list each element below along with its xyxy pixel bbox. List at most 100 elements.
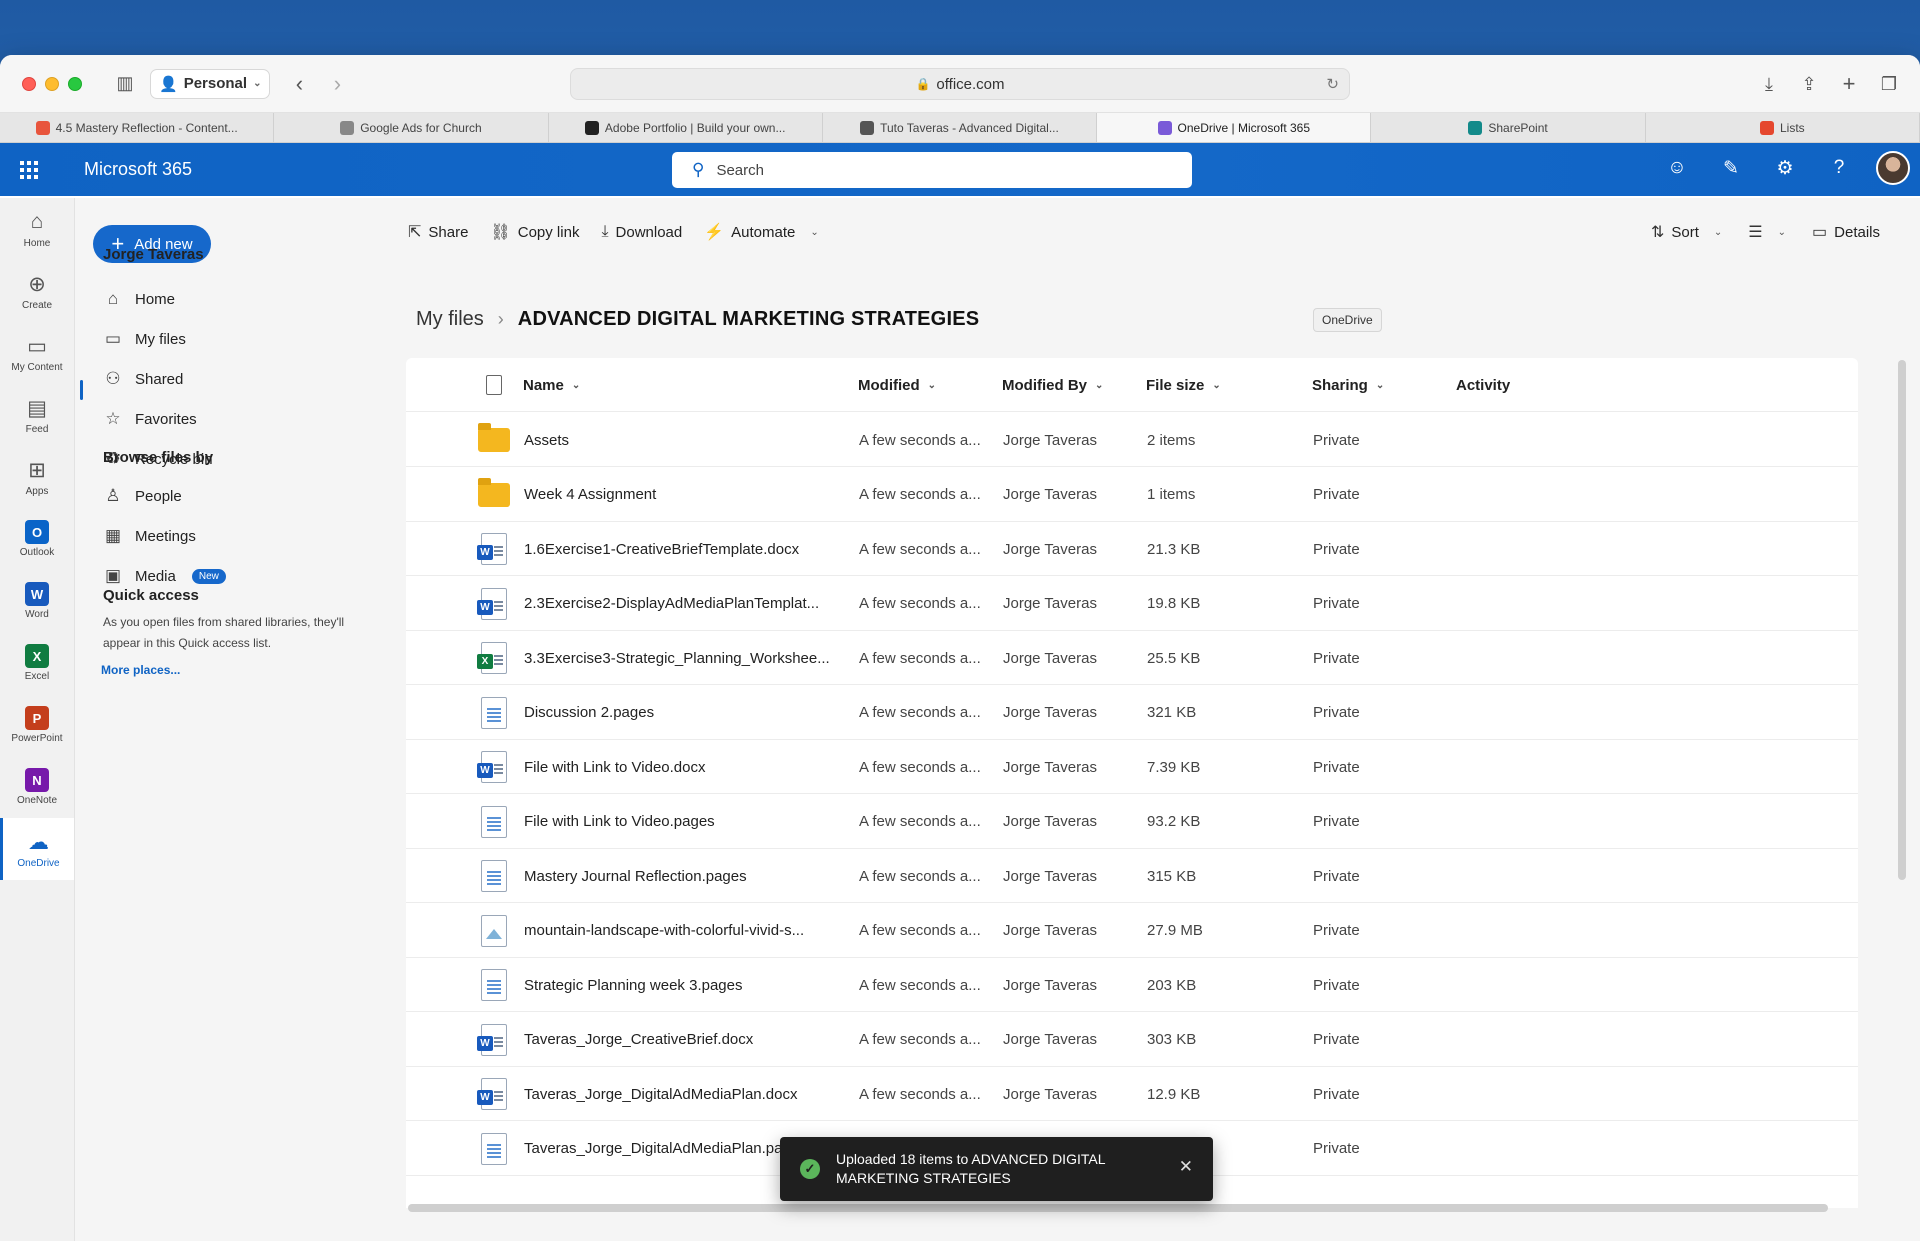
nav-item-meetings[interactable]: ▦ Meetings bbox=[103, 519, 196, 553]
download-button[interactable]: ⤓ Download bbox=[601, 222, 682, 242]
column-header-modified-by[interactable]: Modified By ⌄ bbox=[1002, 358, 1103, 412]
file-name[interactable]: File with Link to Video.docx bbox=[524, 740, 844, 794]
m365-title[interactable]: Microsoft 365 bbox=[84, 159, 192, 180]
share-sheet-icon[interactable]: ⇪ bbox=[1794, 69, 1824, 99]
close-icon[interactable]: ✕ bbox=[1179, 1157, 1193, 1177]
document-file-icon bbox=[481, 805, 507, 838]
profile-selector[interactable]: 👤 Personal ⌄ bbox=[150, 68, 271, 99]
help-icon[interactable]: ? bbox=[1822, 157, 1856, 179]
zoom-window-button[interactable] bbox=[68, 76, 82, 91]
column-header-file-size[interactable]: File size ⌄ bbox=[1146, 358, 1221, 412]
share-button[interactable]: ⇱ Share bbox=[408, 222, 468, 242]
file-row[interactable]: File with Link to Video.pages A few secon… bbox=[406, 795, 1858, 849]
left-navigation: + Add new Jorge Taveras ⌂ Home ▭ My files ⚇ S… bbox=[75, 198, 390, 1241]
browser-tab[interactable]: OneDrive | Microsoft 365 bbox=[1097, 113, 1372, 142]
rail-item-excel[interactable]: X Excel bbox=[0, 632, 74, 694]
file-name[interactable]: mountain-landscape-with-colorful-vivid-s… bbox=[524, 904, 844, 958]
file-type-column-header[interactable] bbox=[476, 358, 512, 412]
details-button[interactable]: ▭ Details bbox=[1812, 222, 1880, 242]
file-row[interactable]: mountain-landscape-with-colorful-vivid-s… bbox=[406, 904, 1858, 958]
gear-icon[interactable]: ⚙ bbox=[1768, 157, 1802, 180]
address-bar[interactable]: 🔒 office.com ↻ bbox=[570, 68, 1350, 100]
file-name[interactable]: 1.6Exercise1-CreativeBriefTemplate.docx bbox=[524, 522, 844, 576]
file-name[interactable]: Discussion 2.pages bbox=[524, 686, 844, 740]
nav-item-favorites[interactable]: ☆ Favorites bbox=[103, 402, 196, 436]
copy-link-button[interactable]: ⛓ Copy link bbox=[490, 222, 579, 242]
rail-item-feed[interactable]: ▤ Feed bbox=[0, 384, 74, 446]
sidebar-toggle-icon[interactable]: ▥ bbox=[110, 69, 140, 99]
rail-item-word[interactable]: W Word bbox=[0, 570, 74, 632]
file-row[interactable]: Mastery Journal Reflection.pages A few se… bbox=[406, 849, 1858, 903]
file-row[interactable]: W Taveras_Jorge_DigitalAdMediaPlan.docx A … bbox=[406, 1067, 1858, 1121]
column-header-name[interactable]: Name ⌄ bbox=[523, 358, 580, 412]
browser-tab[interactable]: Tuto Taveras - Advanced Digital... bbox=[823, 113, 1098, 142]
breadcrumb-my-files[interactable]: My files bbox=[416, 308, 484, 331]
nav-item-home[interactable]: ⌂ Home bbox=[103, 282, 175, 316]
rail-item-powerpoint[interactable]: P PowerPoint bbox=[0, 694, 74, 756]
reload-icon[interactable]: ↻ bbox=[1326, 75, 1339, 93]
file-row[interactable]: Week 4 Assignment A few seconds a... Jorge… bbox=[406, 468, 1858, 522]
file-row[interactable]: W 1.6Exercise1-CreativeBriefTemplate.docx… bbox=[406, 522, 1858, 576]
file-row[interactable]: Assets A few seconds a... Jorge Taveras 2 i… bbox=[406, 413, 1858, 467]
file-modified-by: Jorge Taveras bbox=[1003, 704, 1097, 721]
avatar[interactable] bbox=[1876, 151, 1910, 185]
browser-tab[interactable]: Adobe Portfolio | Build your own... bbox=[549, 113, 823, 142]
file-name[interactable]: Week 4 Assignment bbox=[524, 468, 844, 522]
browser-tab[interactable]: Google Ads for Church bbox=[274, 113, 549, 142]
sort-button[interactable]: ⇅ Sort ⌄ bbox=[1651, 222, 1722, 242]
rail-item-my-content[interactable]: ▭ My Content bbox=[0, 322, 74, 384]
rail-item-onedrive[interactable]: ☁ OneDrive bbox=[0, 818, 74, 880]
file-name[interactable]: Taveras_Jorge_CreativeBrief.docx bbox=[524, 1013, 844, 1067]
rail-item-label: OneDrive bbox=[17, 858, 60, 869]
file-row[interactable]: Strategic Planning week 3.pages A few sec… bbox=[406, 958, 1858, 1012]
nav-item-people[interactable]: ♙ People bbox=[103, 479, 181, 513]
file-name[interactable]: 3.3Exercise3-Strategic_Planning_Workshee… bbox=[524, 631, 844, 685]
browser-tab[interactable]: 4.5 Mastery Reflection - Content... bbox=[0, 113, 275, 142]
rail-item-onenote[interactable]: N OneNote bbox=[0, 756, 74, 818]
file-name[interactable]: File with Link to Video.pages bbox=[524, 795, 844, 849]
sort-icon: ⇅ bbox=[1650, 224, 1665, 241]
rail-item-create[interactable]: ⊕ Create bbox=[0, 260, 74, 322]
view-options-button[interactable]: ☰ ⌄ bbox=[1748, 222, 1786, 242]
rail-item-apps[interactable]: ⊞ Apps bbox=[0, 446, 74, 508]
search-icon: ⚲ bbox=[692, 160, 705, 179]
file-name[interactable]: Strategic Planning week 3.pages bbox=[524, 958, 844, 1012]
file-sharing: Private bbox=[1313, 976, 1360, 994]
file-row[interactable]: W File with Link to Video.docx A few secon… bbox=[406, 740, 1858, 794]
search-box[interactable]: ⚲ Search bbox=[672, 152, 1192, 188]
nav-item-my-files[interactable]: ▭ My files bbox=[103, 322, 186, 356]
close-window-button[interactable] bbox=[22, 76, 36, 91]
column-header-activity[interactable]: Activity bbox=[1456, 358, 1510, 412]
rail-item-home[interactable]: ⌂ Home bbox=[0, 198, 74, 260]
document-file-icon bbox=[481, 696, 507, 729]
new-tab-icon[interactable]: + bbox=[1834, 69, 1864, 99]
smiley-feedback-icon[interactable]: ☺ bbox=[1660, 157, 1694, 179]
file-row[interactable]: Discussion 2.pages A few seconds a... Jorg… bbox=[406, 686, 1858, 740]
file-row[interactable]: W 2.3Exercise2-DisplayAdMediaPlanTemplat.… bbox=[406, 577, 1858, 631]
file-name[interactable]: Assets bbox=[524, 413, 844, 467]
notes-icon[interactable]: ✎ bbox=[1714, 157, 1748, 180]
minimize-window-button[interactable] bbox=[45, 76, 59, 91]
vertical-scrollbar[interactable] bbox=[1898, 360, 1906, 880]
tab-favicon-icon bbox=[584, 120, 599, 135]
more-places-link[interactable]: More places... bbox=[101, 663, 180, 677]
downloads-icon[interactable]: ⤓ bbox=[1754, 69, 1784, 99]
nav-item-shared[interactable]: ⚇ Shared bbox=[103, 362, 183, 396]
back-icon[interactable]: ‹ bbox=[284, 69, 314, 99]
horizontal-scrollbar[interactable] bbox=[408, 1204, 1828, 1212]
rail-item-outlook[interactable]: O Outlook bbox=[0, 508, 74, 570]
column-header-sharing[interactable]: Sharing ⌄ bbox=[1312, 358, 1384, 412]
tab-overview-icon[interactable]: ❐ bbox=[1874, 69, 1904, 99]
automate-button[interactable]: ⚡ Automate ⌄ bbox=[704, 222, 819, 242]
file-name[interactable]: 2.3Exercise2-DisplayAdMediaPlanTemplat..… bbox=[524, 577, 844, 631]
file-name[interactable]: Taveras_Jorge_DigitalAdMediaPlan.docx bbox=[524, 1067, 844, 1121]
forward-icon[interactable]: › bbox=[322, 69, 352, 99]
file-row[interactable]: X 3.3Exercise3-Strategic_Planning_Workshe… bbox=[406, 631, 1858, 685]
file-name[interactable]: Mastery Journal Reflection.pages bbox=[524, 849, 844, 903]
file-row[interactable]: W Taveras_Jorge_CreativeBrief.docx A few s… bbox=[406, 1013, 1858, 1067]
browser-tab[interactable]: Lists bbox=[1646, 113, 1920, 142]
app-launcher-button[interactable] bbox=[0, 160, 58, 179]
browser-tab[interactable]: SharePoint bbox=[1371, 113, 1646, 142]
column-header-modified[interactable]: Modified ⌄ bbox=[858, 358, 936, 412]
my-files-icon: ▭ bbox=[104, 329, 122, 348]
